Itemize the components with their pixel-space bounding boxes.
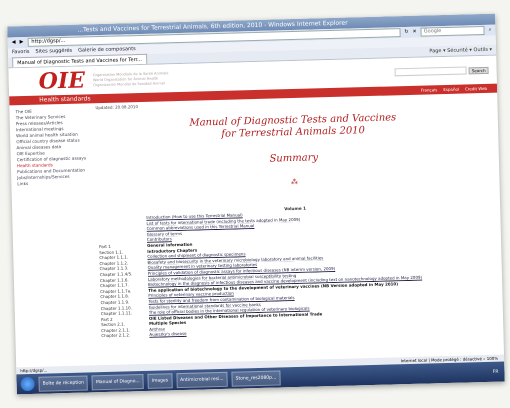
browser-screenshot: ...Tests and Vaccines for Terrestrial An… [7, 13, 505, 395]
main-content: Updated: 20.08.2010 Manual of Diagnostic… [85, 93, 503, 344]
lang-link[interactable]: Français [421, 85, 438, 94]
stop-icon[interactable]: ✕ [412, 27, 416, 38]
oie-logo[interactable]: OIE [38, 67, 85, 94]
back-icon[interactable]: ◀ [12, 37, 16, 48]
favorites-item[interactable]: Favoris [12, 48, 30, 57]
site-search: Search [394, 66, 489, 77]
tab-manual[interactable]: Manual of Diagnostic Tests and Vaccines … [12, 53, 147, 68]
forward-icon[interactable]: ▶ [19, 37, 23, 48]
taskbar-item[interactable]: Stone_res2080p... [231, 369, 281, 387]
search-icon[interactable]: ⌕ [489, 25, 492, 36]
taskbar-item[interactable]: Boîte de réception [38, 374, 89, 392]
taskbar-item[interactable]: Manual of Diagno... [91, 373, 144, 390]
start-button[interactable] [20, 376, 35, 392]
command-bar[interactable]: Page ▾ Sécurité ▾ Outils ▾ [429, 45, 492, 57]
table-of-contents: Introduction (How to use this Terrestria… [98, 206, 495, 339]
site-search-input[interactable] [394, 66, 467, 77]
taskbar-item[interactable]: Antimicrobial resi... [175, 371, 228, 388]
toc-chapter-number: Chapter 2.1.2. [101, 332, 131, 339]
org-names: Organisation Mondiale de la Santé Animal… [93, 70, 183, 87]
sidebar-item[interactable]: Links [17, 179, 87, 187]
page-body: The OIE The Veterinary Services Press re… [9, 93, 503, 346]
page-title: Manual of Diagnostic Tests and Vaccines … [96, 110, 490, 144]
summary-heading: Summary [269, 152, 319, 165]
web-search-input[interactable]: Google [420, 25, 485, 37]
site-search-button[interactable]: Search [468, 66, 489, 74]
system-tray: FR [492, 369, 499, 375]
sidebar: The OIE The Veterinary Services Press re… [9, 103, 91, 345]
taskbar-item[interactable]: Images [147, 372, 173, 389]
lang-link[interactable]: Español [443, 85, 459, 94]
oie-emblem-icon: ⁂ [290, 177, 299, 187]
refresh-icon[interactable]: ↻ [404, 27, 408, 38]
